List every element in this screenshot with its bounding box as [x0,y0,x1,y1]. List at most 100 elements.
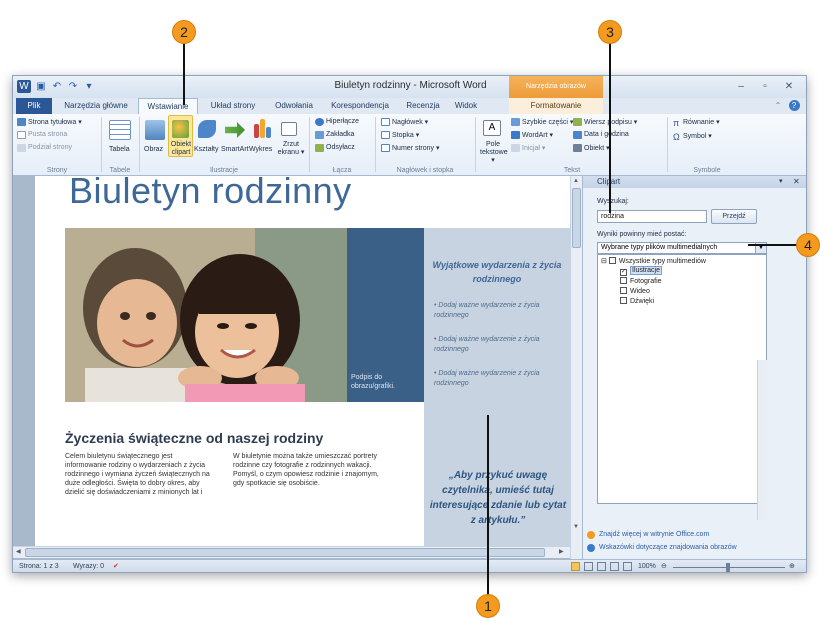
callout-line [748,244,798,246]
maximize-button[interactable]: ▫ [754,79,776,94]
bookmark-button[interactable]: Zakładka [326,131,354,138]
close-button[interactable]: ✕ [778,79,800,94]
cover-page-button[interactable]: Strona tytułowa ▾ [28,118,82,126]
shapes-icon[interactable] [198,120,216,138]
tree-item-video[interactable]: Wideo [620,287,650,295]
page-number-button[interactable]: Numer strony ▾ [392,144,439,152]
equation-icon: π [673,118,680,128]
blank-page-button[interactable]: Pusta strona [28,131,67,138]
checkbox[interactable] [608,257,616,264]
sidebar-heading[interactable]: Wyjątkowe wydarzenia z życia rodzinnego [430,258,564,286]
clipart-search-input[interactable]: rodzina [597,210,707,223]
media-type-dropdown[interactable]: Wybrane typy plików multimedialnych ▼ [597,242,767,254]
ribbon-minimize-icon[interactable]: ⌃ [771,98,785,114]
header-button[interactable]: Nagłówek ▾ [392,118,428,126]
chart-button[interactable]: Wykres [249,146,272,153]
document-page[interactable]: Biuletyn rodzinny Podpis do obrazu/grafi… [35,176,570,558]
horizontal-scroll-thumb[interactable] [25,548,545,557]
tab-mailings[interactable]: Korespondencja [325,98,395,114]
sidebar-bullet[interactable]: • Dodaj ważne wydarzenie z życia rodzinn… [434,335,562,355]
textbox-icon[interactable]: A [483,120,501,136]
sidebar-bullet[interactable]: • Dodaj ważne wydarzenie z życia rodzinn… [434,369,562,389]
smartart-button[interactable]: SmartArt [221,146,249,153]
drop-cap-button[interactable]: Inicjał ▾ [522,144,545,152]
callout-line [487,415,489,595]
pull-quote[interactable]: „Aby przykuć uwagę czytelnika, umieść tu… [429,468,567,528]
table-button[interactable]: Tabela [109,146,130,153]
ribbon: Strona tytułowa ▾ Pusta strona Podział s… [13,114,806,176]
shapes-button[interactable]: Kształty [194,146,219,153]
scroll-up-icon[interactable]: ▲ [573,178,579,184]
tree-item-illustrations[interactable]: ✓ Ilustracje [620,266,663,276]
page-number-icon [381,144,390,152]
office-com-link[interactable]: Znajdź więcej w witrynie Office.com [599,531,709,538]
search-hints-link[interactable]: Wskazówki dotyczące znajdowania obrazów [599,544,737,551]
vertical-scrollbar[interactable]: ▲ ▼ [570,176,582,559]
zoom-out-icon[interactable]: ⊖ [661,562,667,570]
pane-options-icon[interactable]: ▾ [779,176,783,188]
proofing-icon[interactable]: ✔ [113,562,119,570]
table-icon[interactable] [109,120,131,140]
zoom-level[interactable]: 100% [638,563,656,570]
section-heading[interactable]: Życzenia świąteczne od naszej rodziny [65,430,323,446]
wordart-button[interactable]: WordArt ▾ [522,131,553,139]
tab-home[interactable]: Narzędzia główne [57,98,135,114]
word-counter[interactable]: Wyrazy: 0 [73,563,104,570]
smartart-icon[interactable] [225,122,245,138]
pane-close-icon[interactable]: ✕ [793,176,800,188]
body-column-1[interactable]: Celem biuletynu świątecznego jest inform… [65,452,215,497]
symbol-button[interactable]: Symbol ▾ [683,132,712,140]
outline-view-icon[interactable] [610,562,619,571]
photo-caption[interactable]: Podpis do obrazu/grafiki. [351,373,419,391]
tab-view[interactable]: Widok [450,98,482,114]
vertical-scroll-thumb[interactable] [572,188,581,248]
results-scrollbar[interactable] [757,360,767,520]
body-column-2[interactable]: W biuletynie można także umieszczać port… [233,452,383,488]
page-break-icon [17,144,26,152]
minimize-button[interactable]: ‒ [730,79,752,94]
checkbox[interactable] [620,277,627,284]
textbox-button[interactable]: Pole tekstowe ▾ [480,141,508,165]
tree-item-sounds[interactable]: Dźwięki [620,297,654,305]
tab-file[interactable]: Plik [16,98,52,114]
tree-item-photos[interactable]: Fotografie [620,277,662,285]
checkbox[interactable] [620,297,627,304]
object-button[interactable]: Obiekt ▾ [584,144,610,152]
clipart-icon [172,120,189,138]
cross-reference-button[interactable]: Odsyłacz [326,144,355,151]
scroll-down-icon[interactable]: ▼ [573,524,579,530]
screenshot-icon[interactable] [281,122,297,136]
sidebar-bullet[interactable]: • Dodaj ważne wydarzenie z życia rodzinn… [434,301,562,321]
scroll-right-icon[interactable]: ▶ [559,548,564,555]
search-go-button[interactable]: Przejdź [711,209,757,224]
tab-references[interactable]: Odwołania [268,98,320,114]
equation-button[interactable]: Równanie ▾ [683,118,720,126]
print-layout-view-icon[interactable] [571,562,580,571]
date-time-button[interactable]: Data i godzina [584,131,629,138]
scroll-left-icon[interactable]: ◀ [16,548,21,555]
tab-page-layout[interactable]: Układ strony [203,98,263,114]
quick-parts-button[interactable]: Szybkie części ▾ [522,118,573,126]
tab-review[interactable]: Recenzja [401,98,445,114]
family-photo[interactable] [65,228,347,402]
hyperlink-button[interactable]: Hiperłącze [326,118,359,125]
draft-view-icon[interactable] [623,562,632,571]
zoom-slider-thumb[interactable] [726,563,730,572]
web-layout-view-icon[interactable] [597,562,606,571]
full-screen-view-icon[interactable] [584,562,593,571]
tree-item-all-media[interactable]: ⊟ Wszystkie typy multimediów [601,257,706,265]
page-break-button[interactable]: Podział strony [28,144,72,151]
tab-format[interactable]: Formatowanie [509,98,603,114]
clipart-button[interactable]: Obiekt clipart [169,141,193,157]
checkbox-checked[interactable]: ✓ [620,269,627,276]
tab-insert[interactable]: Wstawianie [138,98,198,114]
checkbox[interactable] [620,287,627,294]
help-icon[interactable]: ? [787,98,801,114]
chart-icon[interactable] [254,124,259,138]
footer-button[interactable]: Stopka ▾ [392,131,419,139]
picture-button[interactable]: Obraz [144,146,163,153]
picture-icon[interactable] [145,120,165,140]
screenshot-button[interactable]: Zrzut ekranu ▾ [277,141,305,157]
zoom-in-icon[interactable]: ⊕ [789,562,795,570]
page-counter[interactable]: Strona: 1 z 3 [19,563,59,570]
